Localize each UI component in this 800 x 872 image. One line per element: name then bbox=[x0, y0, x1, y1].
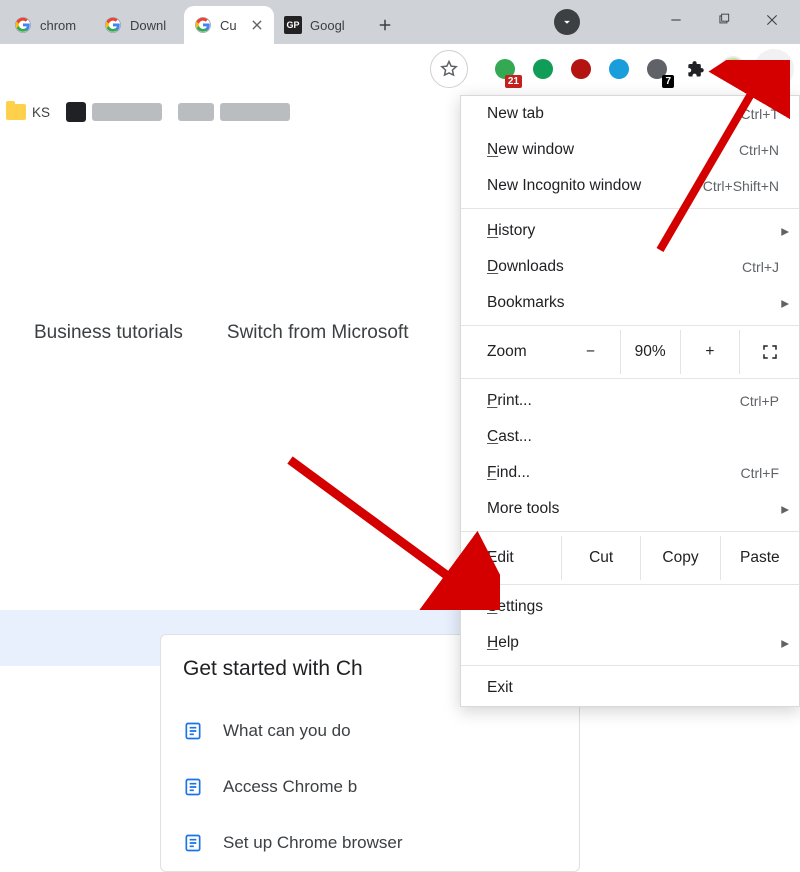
window-controls bbox=[652, 0, 796, 40]
minimize-button[interactable] bbox=[652, 0, 700, 40]
card-row-3[interactable]: Set up Chrome browser bbox=[183, 815, 557, 871]
menu-settings[interactable]: Settings bbox=[461, 589, 799, 625]
extension-2[interactable] bbox=[524, 52, 562, 86]
tab-strip: chrom Downl Cu GP Googl bbox=[0, 0, 800, 44]
menu-label: Settings bbox=[487, 598, 779, 616]
close-window-button[interactable] bbox=[748, 0, 796, 40]
page-tab-business[interactable]: Business tutorials bbox=[34, 322, 183, 344]
document-icon bbox=[183, 777, 203, 797]
extension-3[interactable] bbox=[562, 52, 600, 86]
bookmark-folder-ks[interactable]: KS bbox=[6, 104, 50, 120]
card-row-label: What can you do bbox=[223, 721, 351, 741]
menu-cut-button[interactable]: Cut bbox=[561, 536, 640, 580]
google-favicon bbox=[104, 16, 122, 34]
site-favicon bbox=[66, 102, 86, 122]
document-icon bbox=[183, 833, 203, 853]
menu-label: Bookmarks bbox=[487, 294, 779, 312]
annotation-arrow-menu bbox=[640, 60, 790, 260]
menu-accelerator: Ctrl+J bbox=[742, 259, 779, 275]
bookmark-star-button[interactable] bbox=[430, 50, 468, 88]
bookmark-blurred-1[interactable] bbox=[66, 102, 162, 122]
page-tab-switch[interactable]: Switch from Microsoft bbox=[227, 322, 409, 344]
menu-paste-button[interactable]: Paste bbox=[720, 536, 799, 580]
extension-badge: 21 bbox=[505, 75, 522, 88]
zoom-value: 90% bbox=[620, 330, 680, 374]
menu-label: Find... bbox=[487, 464, 741, 482]
menu-label: Print... bbox=[487, 392, 740, 410]
bookmark-label-blurred bbox=[92, 103, 162, 121]
extension-4[interactable] bbox=[600, 52, 638, 86]
menu-label: More tools bbox=[487, 500, 779, 518]
tab-download[interactable]: Downl bbox=[94, 6, 184, 44]
tab-current[interactable]: Cu bbox=[184, 6, 274, 44]
folder-icon bbox=[6, 104, 26, 120]
menu-zoom-label: Zoom bbox=[461, 343, 561, 361]
close-icon[interactable] bbox=[250, 18, 264, 32]
tab-chrome[interactable]: chrom bbox=[4, 6, 94, 44]
tab-label: chrom bbox=[40, 18, 84, 33]
gp-favicon: GP bbox=[284, 16, 302, 34]
chevron-right-icon: ▸ bbox=[781, 634, 789, 653]
chevron-right-icon: ▸ bbox=[781, 294, 789, 313]
bookmark-label-blurred bbox=[220, 103, 290, 121]
menu-accelerator: Ctrl+F bbox=[741, 465, 780, 481]
menu-zoom-row: Zoom − 90% + bbox=[461, 330, 799, 374]
google-favicon bbox=[14, 16, 32, 34]
fullscreen-button[interactable] bbox=[739, 330, 799, 374]
card-row-2[interactable]: Access Chrome b bbox=[183, 759, 557, 815]
menu-edit-row: Edit Cut Copy Paste bbox=[461, 536, 799, 580]
bookmark-label-blurred bbox=[178, 103, 214, 121]
menu-bookmarks[interactable]: Bookmarks ▸ bbox=[461, 285, 799, 321]
menu-find[interactable]: Find... Ctrl+F bbox=[461, 455, 799, 491]
zoom-out-button[interactable]: − bbox=[561, 330, 620, 374]
tab-search-button[interactable] bbox=[554, 9, 580, 35]
chevron-right-icon: ▸ bbox=[781, 500, 789, 519]
menu-label: Downloads bbox=[487, 258, 742, 276]
menu-help[interactable]: Help ▸ bbox=[461, 625, 799, 661]
menu-label: Help bbox=[487, 634, 779, 652]
extension-1[interactable]: 21 bbox=[486, 52, 524, 86]
tab-gp[interactable]: GP Googl bbox=[274, 6, 364, 44]
menu-more-tools[interactable]: More tools ▸ bbox=[461, 491, 799, 527]
annotation-arrow-settings bbox=[280, 450, 500, 610]
tab-label: Downl bbox=[130, 18, 174, 33]
menu-copy-button[interactable]: Copy bbox=[640, 536, 719, 580]
menu-label: Exit bbox=[487, 679, 779, 697]
menu-label: Cast... bbox=[487, 428, 779, 446]
google-favicon bbox=[194, 16, 212, 34]
maximize-button[interactable] bbox=[700, 0, 748, 40]
card-row-1[interactable]: What can you do bbox=[183, 703, 557, 759]
zoom-in-button[interactable]: + bbox=[680, 330, 740, 374]
card-row-label: Set up Chrome browser bbox=[223, 833, 403, 853]
menu-cast[interactable]: Cast... bbox=[461, 419, 799, 455]
menu-exit[interactable]: Exit bbox=[461, 670, 799, 706]
bookmark-label: KS bbox=[32, 105, 50, 120]
new-tab-button[interactable] bbox=[370, 10, 400, 40]
bookmark-blurred-2[interactable] bbox=[178, 103, 290, 121]
menu-print[interactable]: Print... Ctrl+P bbox=[461, 383, 799, 419]
tab-label: Cu bbox=[220, 18, 244, 33]
card-row-label: Access Chrome b bbox=[223, 777, 357, 797]
tab-label: Googl bbox=[310, 18, 354, 33]
menu-accelerator: Ctrl+P bbox=[740, 393, 779, 409]
document-icon bbox=[183, 721, 203, 741]
